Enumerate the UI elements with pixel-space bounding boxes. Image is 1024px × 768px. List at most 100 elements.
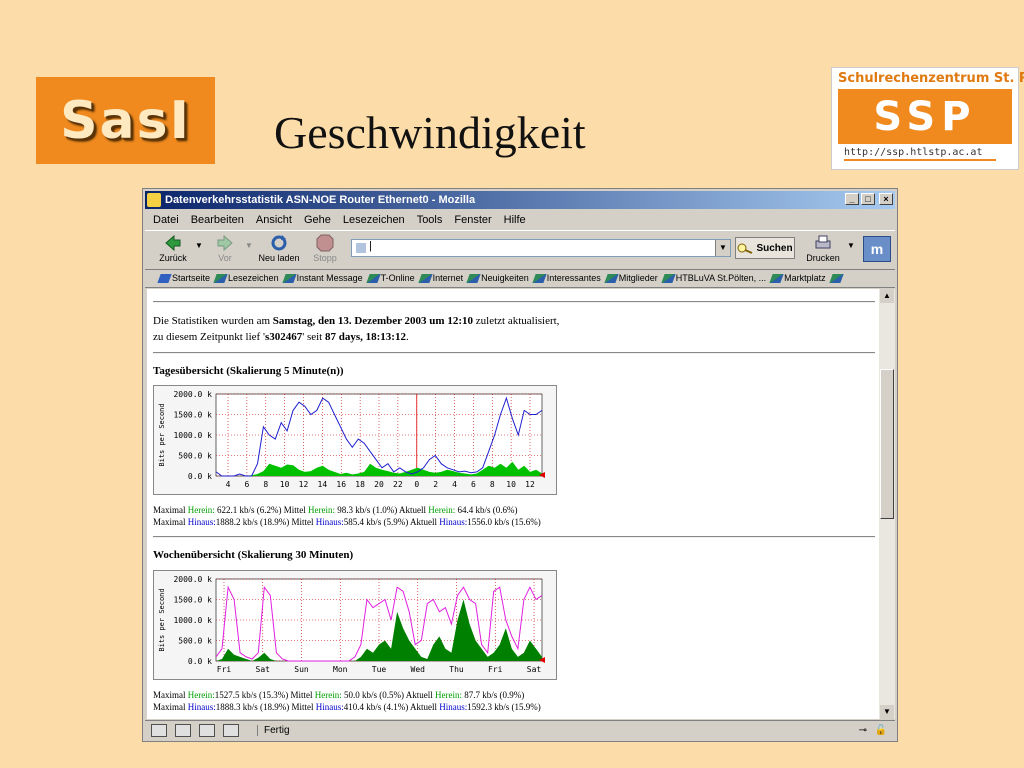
intro-text: ' seit	[302, 331, 325, 343]
bookmark-more[interactable]	[829, 273, 844, 283]
navigator-icon[interactable]	[151, 723, 167, 737]
x-tick-label: Fri	[217, 665, 232, 674]
x-tick-label: 0	[414, 480, 419, 489]
x-tick-label: Mon	[333, 665, 348, 674]
page-icon	[356, 243, 366, 253]
maximize-button[interactable]: □	[861, 193, 875, 205]
weekly-stats: Maximal Herein:1527.5 kb/s (15.3%) Mitte…	[153, 689, 541, 713]
bookmark-instant-message[interactable]: Instant Message	[281, 273, 363, 283]
bookmark-label: Internet	[432, 273, 464, 283]
uptime: 87 days, 18:13:12	[325, 331, 406, 343]
addressbook-icon[interactable]	[223, 723, 239, 737]
bookmark-t-online[interactable]: T-Online	[365, 273, 415, 283]
menu-bearbeiten[interactable]: Bearbeiten	[191, 214, 244, 226]
reload-icon	[271, 235, 287, 251]
x-tick-label: 16	[336, 480, 346, 489]
page-content: Die Statistiken wurden am Samstag, den 1…	[147, 289, 879, 719]
back-button[interactable]: Zurück	[151, 233, 195, 267]
reload-button[interactable]: Neu laden	[257, 233, 301, 267]
vertical-scrollbar[interactable]: ▲ ▼	[879, 289, 895, 719]
bookmark-startseite[interactable]: Startseite	[157, 273, 210, 283]
intro-text: zuletzt aktualisiert,	[473, 315, 560, 327]
browser-window: Datenverkehrsstatistik ASN-NOE Router Et…	[142, 188, 898, 742]
slide-title: Geschwindigkeit	[274, 107, 586, 158]
menu-datei[interactable]: Datei	[153, 214, 179, 226]
x-tick-label: Sat	[256, 665, 271, 674]
stat-text: 410.4 kb/s (4.1%) Aktuell	[343, 702, 440, 712]
update-date: Samstag, den 13. Dezember 2003 um 12:10	[272, 315, 473, 327]
intro-text: zu diesem Zeitpunkt lief '	[153, 331, 265, 343]
bookmark-label: Marktplatz	[784, 273, 826, 283]
mail-icon[interactable]	[175, 723, 191, 737]
back-arrow-icon	[165, 234, 181, 252]
bookmark-icon	[213, 273, 228, 283]
divider	[153, 352, 875, 354]
bookmark-icon	[532, 273, 547, 283]
stop-icon	[316, 234, 334, 252]
menu-ansicht[interactable]: Ansicht	[256, 214, 292, 226]
search-label: Suchen	[756, 242, 793, 254]
x-tick-label: Tue	[372, 665, 387, 674]
close-button[interactable]: ×	[879, 193, 893, 205]
menu-fenster[interactable]: Fenster	[454, 214, 491, 226]
y-axis-label: Bits per Second	[158, 403, 166, 466]
bookmark-label: Lesezeichen	[228, 273, 279, 283]
scroll-up-icon[interactable]: ▲	[880, 289, 894, 303]
bookmark-htbluva[interactable]: HTBLuVA St.Pölten, ...	[661, 273, 766, 283]
x-tick-label: 2	[433, 480, 438, 489]
window-titlebar: Datenverkehrsstatistik ASN-NOE Router Et…	[145, 191, 895, 209]
stat-label-out: Hinaus:	[187, 702, 216, 712]
x-tick-label: 12	[299, 480, 309, 489]
minimize-button[interactable]: _	[845, 193, 859, 205]
update-info-line2: zu diesem Zeitpunkt lief 's302467' seit …	[153, 331, 409, 343]
x-tick-label: 12	[525, 480, 535, 489]
print-label: Drucken	[806, 253, 840, 263]
stat-text: Maximal	[153, 517, 188, 527]
print-button[interactable]: Drucken	[801, 233, 845, 267]
stop-button[interactable]: Stopp	[303, 233, 347, 267]
scroll-thumb[interactable]	[880, 369, 894, 519]
url-input[interactable]: | ▼	[351, 239, 731, 257]
navigation-toolbar: Zurück ▼ Vor ▼ Neu laden Stopp | ▼ Suche…	[145, 230, 895, 270]
security-icon: 🔓	[874, 724, 887, 736]
x-tick-label: 6	[244, 480, 249, 489]
scroll-down-icon[interactable]: ▼	[880, 705, 894, 719]
bookmark-mitglieder[interactable]: Mitglieder	[604, 273, 658, 283]
home-icon	[157, 273, 172, 283]
bookmark-marktplatz[interactable]: Marktplatz	[769, 273, 826, 283]
weekly-stats-row-out: Maximal Hinaus:1888.3 kb/s (18.9%) Mitte…	[153, 701, 541, 713]
stop-label: Stopp	[313, 253, 337, 263]
menu-lesezeichen[interactable]: Lesezeichen	[343, 214, 405, 226]
x-tick-label: 20	[374, 480, 384, 489]
search-button[interactable]: Suchen	[735, 237, 795, 259]
back-dropdown-icon[interactable]: ▼	[195, 241, 203, 250]
url-dropdown-icon[interactable]: ▼	[715, 240, 730, 256]
stat-label-out: Hinaus:	[315, 702, 344, 712]
forward-dropdown-icon[interactable]: ▼	[245, 241, 253, 250]
bookmark-neuigkeiten[interactable]: Neuigkeiten	[466, 273, 529, 283]
bookmark-icon	[365, 273, 381, 283]
composer-icon[interactable]	[199, 723, 215, 737]
stat-text: 622.1 kb/s (6.2%) Mittel	[214, 505, 308, 515]
x-tick-label: 8	[263, 480, 268, 489]
stat-text: 64.4 kb/s (0.6%)	[455, 505, 518, 515]
menu-hilfe[interactable]: Hilfe	[504, 214, 526, 226]
menu-tools[interactable]: Tools	[417, 214, 443, 226]
bookmark-internet[interactable]: Internet	[418, 273, 464, 283]
ssp-logo-title: Schulrechenzentrum St. Pölten	[838, 71, 1024, 86]
mozilla-logo[interactable]: m	[863, 236, 891, 262]
x-tick-label: 10	[506, 480, 516, 489]
stat-label-in: Herein:	[435, 690, 462, 700]
print-dropdown-icon[interactable]: ▼	[847, 241, 855, 250]
forward-button[interactable]: Vor	[203, 233, 247, 267]
y-tick-label: 500.0 k	[178, 637, 212, 646]
weekly-graph: 2000.0 k 1500.0 k 1000.0 k 500.0 k 0.0 k Fri S…	[153, 570, 557, 680]
x-tick-label: 4	[452, 480, 457, 489]
component-bar	[151, 723, 239, 737]
menu-gehe[interactable]: Gehe	[304, 214, 331, 226]
bookmark-interessantes[interactable]: Interessantes	[532, 273, 601, 283]
sasl-logo-text: SasI	[60, 90, 191, 151]
daily-stats: Maximal Herein: 622.1 kb/s (6.2%) Mittel…	[153, 504, 541, 528]
x-tick-label: Thu	[449, 665, 464, 674]
bookmark-lesezeichen[interactable]: Lesezeichen	[213, 273, 279, 283]
